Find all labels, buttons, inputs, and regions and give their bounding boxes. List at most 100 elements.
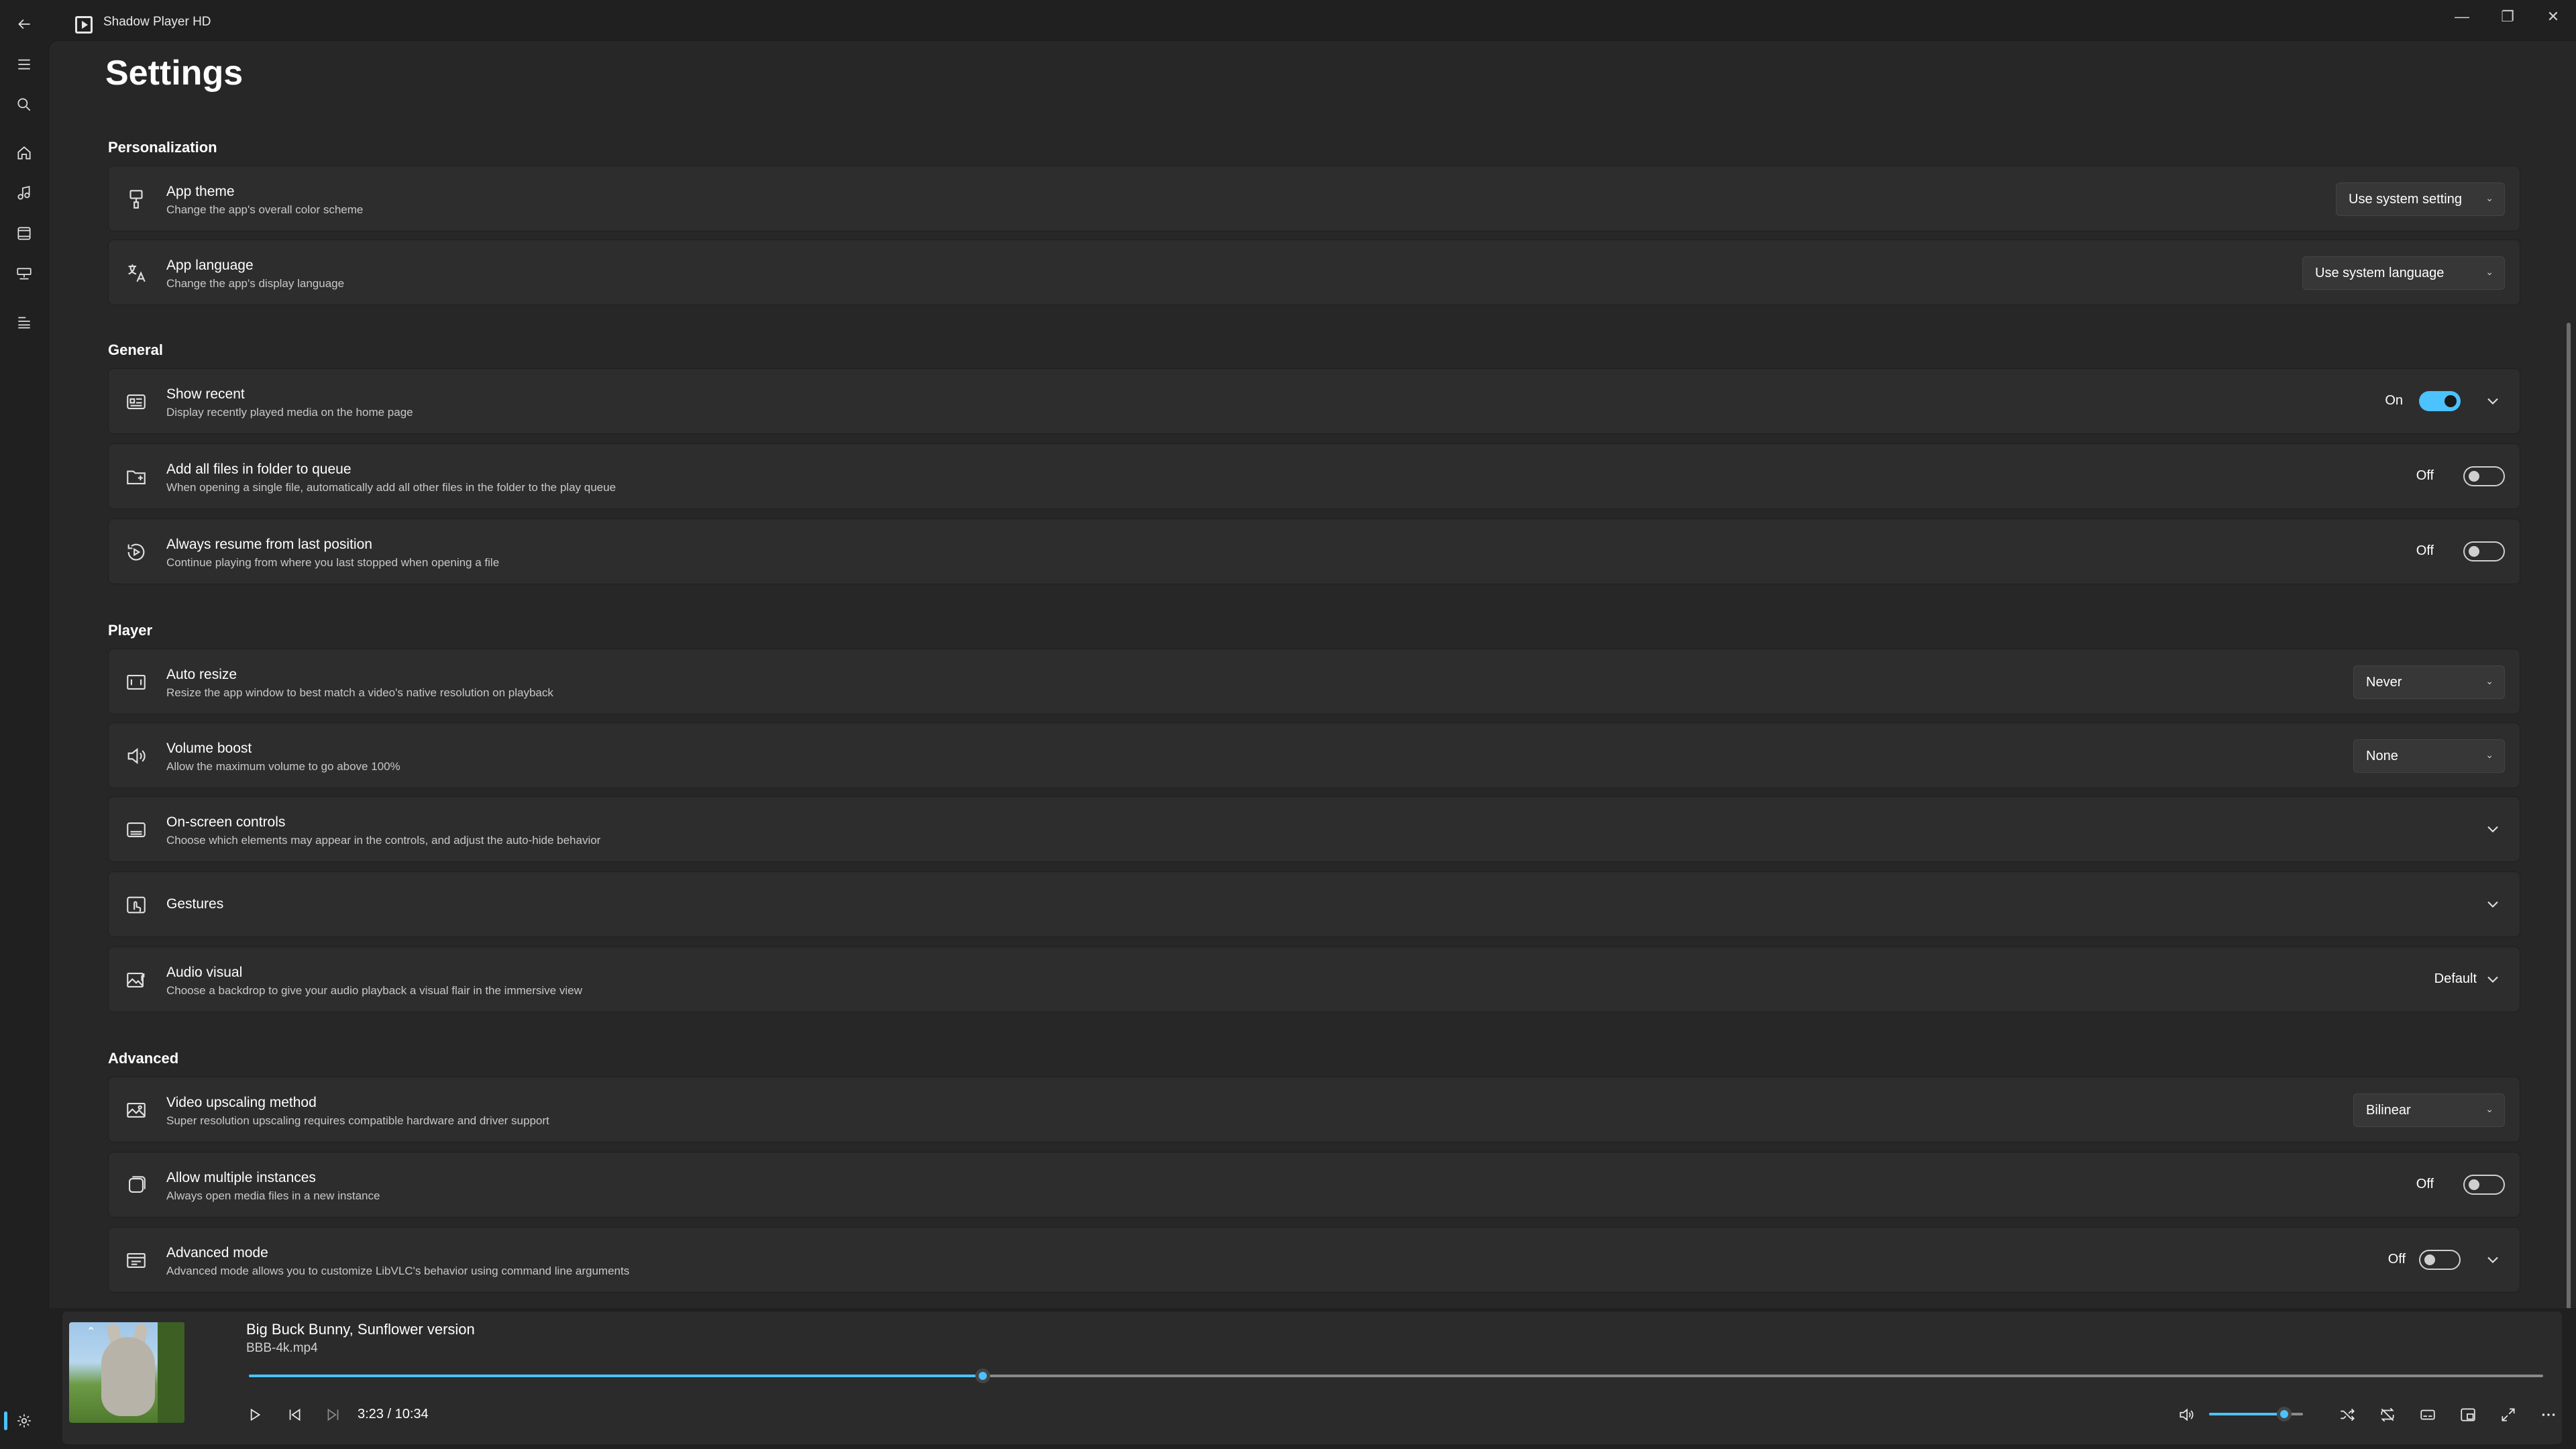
- setting-video-upscaling: Video upscaling method Super resolution …: [108, 1077, 2520, 1142]
- compact-overlay-button[interactable]: [2455, 1401, 2481, 1428]
- volume-boost-dropdown[interactable]: None ⌄: [2353, 739, 2505, 773]
- dropdown-value: Use system setting: [2349, 191, 2462, 207]
- dropdown-value: Bilinear: [2366, 1102, 2411, 1118]
- nav-music[interactable]: [8, 177, 40, 209]
- shuffle-icon: [2341, 1408, 2355, 1421]
- network-icon: [17, 268, 32, 280]
- setting-show-recent[interactable]: Show recent Display recently played medi…: [108, 368, 2520, 434]
- nav-network[interactable]: [8, 258, 40, 290]
- chevron-down-icon: ⌄: [2485, 749, 2493, 760]
- chevron-down-icon: ⌄: [2485, 1104, 2493, 1114]
- setting-title: App theme: [166, 184, 235, 199]
- seek-thumb[interactable]: [975, 1368, 991, 1383]
- setting-volume-boost: Volume boost Allow the maximum volume to…: [108, 722, 2520, 788]
- setting-audio-visual[interactable]: Audio visual Choose a backdrop to give y…: [108, 947, 2520, 1012]
- media-player-bar: ⌃ Big Buck Bunny, Sunflower version BBB-…: [62, 1311, 2563, 1445]
- volume-slider[interactable]: [2209, 1407, 2303, 1421]
- setting-description: When opening a single file, automaticall…: [166, 481, 616, 494]
- dropdown-value: Never: [2366, 674, 2402, 690]
- chevron-down-icon[interactable]: [2483, 970, 2502, 989]
- setting-app-language: App language Change the app's display la…: [108, 239, 2520, 305]
- section-personalization: Personalization: [108, 139, 217, 156]
- volume-thumb[interactable]: [2277, 1407, 2292, 1421]
- setting-add-folder-to-queue: Add all files in folder to queue When op…: [108, 443, 2520, 509]
- nav-home[interactable]: [8, 137, 40, 169]
- add-folder-toggle[interactable]: [2463, 466, 2505, 486]
- toggle-state-label: Off: [2416, 468, 2434, 483]
- chevron-down-icon[interactable]: [2483, 820, 2502, 839]
- setting-title: Auto resize: [166, 667, 237, 682]
- nav-settings[interactable]: [8, 1405, 40, 1437]
- app-language-dropdown[interactable]: Use system language ⌄: [2302, 256, 2505, 290]
- close-button[interactable]: ✕: [2530, 0, 2576, 34]
- hamburger-icon: [18, 59, 30, 70]
- back-button[interactable]: [8, 8, 40, 40]
- vertical-scrollbar[interactable]: [2567, 323, 2571, 1308]
- setting-multiple-instances: Allow multiple instances Always open med…: [108, 1152, 2520, 1218]
- dropdown-value: Use system language: [2315, 265, 2445, 280]
- volume-button[interactable]: [2173, 1401, 2200, 1428]
- gesture-hand-icon: [125, 894, 148, 916]
- app-theme-dropdown[interactable]: Use system setting ⌄: [2336, 182, 2505, 216]
- setting-description: Resize the app window to best match a vi…: [166, 686, 553, 699]
- media-filename: BBB-4k.mp4: [246, 1341, 318, 1355]
- speaker-icon: [2180, 1408, 2194, 1421]
- language-icon: [125, 262, 148, 284]
- minimize-button[interactable]: —: [2439, 0, 2485, 34]
- setting-description: Super resolution upscaling requires comp…: [166, 1114, 549, 1127]
- setting-advanced-mode[interactable]: Advanced mode Advanced mode allows you t…: [108, 1227, 2520, 1293]
- setting-title: Audio visual: [166, 965, 243, 980]
- upscaling-dropdown[interactable]: Bilinear ⌄: [2353, 1093, 2505, 1127]
- search-icon: [17, 98, 31, 111]
- back-arrow-icon: [18, 19, 30, 30]
- nav-videos[interactable]: [8, 217, 40, 250]
- fullscreen-button[interactable]: [2495, 1401, 2522, 1428]
- advanced-mode-toggle[interactable]: [2419, 1250, 2461, 1270]
- nav-play-queue[interactable]: [8, 306, 40, 338]
- setting-description: Always open media files in a new instanc…: [166, 1189, 380, 1202]
- show-recent-toggle[interactable]: [2419, 391, 2461, 411]
- setting-description: Display recently played media on the hom…: [166, 406, 413, 419]
- shuffle-button[interactable]: [2334, 1401, 2361, 1428]
- search-button[interactable]: [8, 89, 40, 121]
- media-thumbnail[interactable]: ⌃: [69, 1322, 184, 1423]
- setting-title: Always resume from last position: [166, 537, 372, 552]
- speaker-icon: [125, 745, 148, 767]
- setting-title: Add all files in folder to queue: [166, 462, 352, 477]
- setting-description: Change the app's overall color scheme: [166, 203, 364, 216]
- chevron-down-icon[interactable]: [2483, 1250, 2502, 1269]
- picture-in-picture-icon: [2461, 1408, 2475, 1421]
- folder-icon: [125, 466, 148, 488]
- toggle-state-label: Off: [2416, 543, 2434, 558]
- setting-title: Advanced mode: [166, 1245, 268, 1260]
- subtitles-button[interactable]: [2414, 1401, 2441, 1428]
- maximize-button[interactable]: ❐: [2485, 0, 2530, 34]
- setting-description: Continue playing from where you last sto…: [166, 556, 500, 569]
- seek-progress: [249, 1375, 983, 1377]
- chevron-down-icon[interactable]: [2483, 392, 2502, 411]
- multi-instance-toggle[interactable]: [2463, 1175, 2505, 1195]
- gear-icon: [17, 1414, 31, 1428]
- section-player: Player: [108, 622, 153, 639]
- chevron-down-icon: ⌄: [2485, 676, 2493, 686]
- setting-title: Video upscaling method: [166, 1095, 317, 1110]
- repeat-off-button[interactable]: [2374, 1401, 2401, 1428]
- setting-onscreen-controls[interactable]: On-screen controls Choose which elements…: [108, 796, 2520, 862]
- skip-back-icon: [289, 1408, 301, 1421]
- navigation-rail: [0, 0, 48, 1449]
- chevron-down-icon[interactable]: [2483, 895, 2502, 914]
- setting-title: On-screen controls: [166, 814, 286, 830]
- play-button[interactable]: [241, 1401, 268, 1428]
- seek-bar[interactable]: [249, 1368, 2543, 1383]
- resume-toggle[interactable]: [2463, 541, 2505, 561]
- window-stack-icon: [125, 1174, 148, 1197]
- setting-gestures[interactable]: Gestures: [108, 871, 2520, 937]
- previous-button[interactable]: [281, 1401, 308, 1428]
- next-button[interactable]: [320, 1401, 347, 1428]
- menu-button[interactable]: [8, 48, 40, 80]
- more-options-button[interactable]: [2535, 1401, 2562, 1428]
- window-controls: — ❐ ✕: [2439, 0, 2576, 34]
- setting-description: Choose a backdrop to give your audio pla…: [166, 984, 582, 997]
- auto-resize-dropdown[interactable]: Never ⌄: [2353, 665, 2505, 699]
- audio-visual-icon: [125, 969, 148, 991]
